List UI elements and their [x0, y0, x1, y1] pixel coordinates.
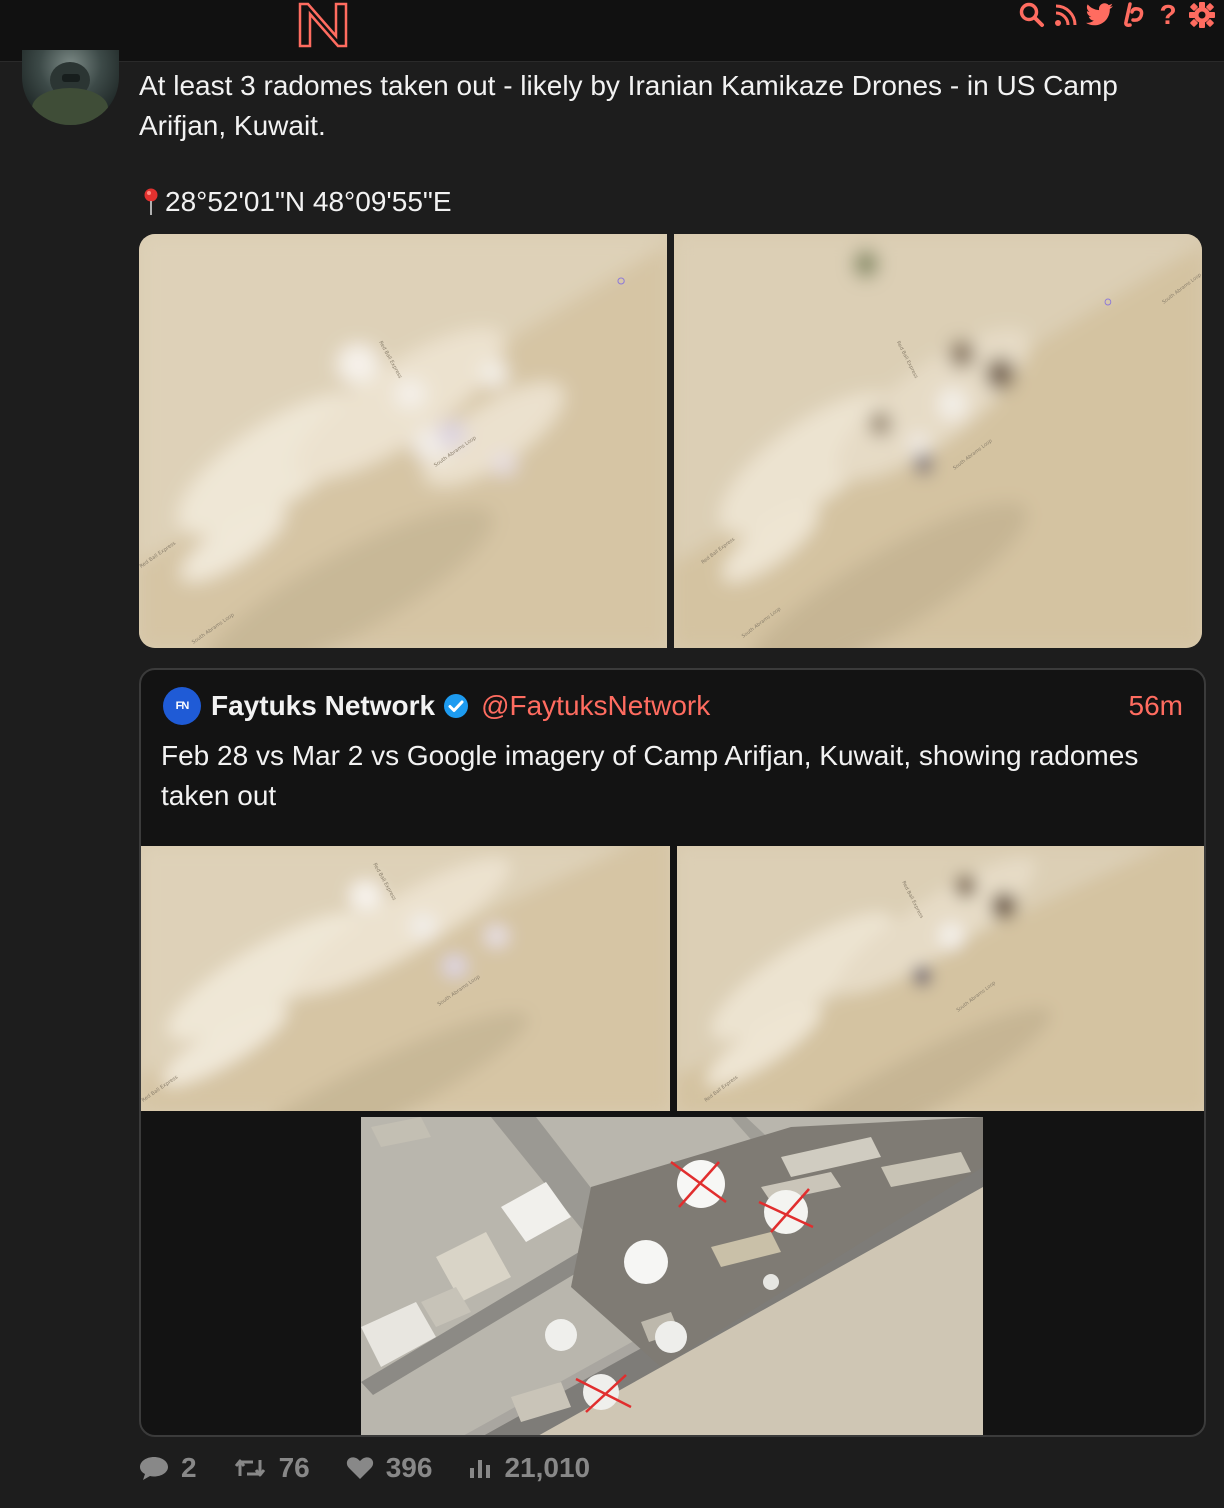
quote-text: Feb 28 vs Mar 2 vs Google imagery of Cam… — [161, 740, 1139, 811]
tweet-text: At least 3 radomes taken out - likely by… — [139, 70, 1118, 141]
quote-avatar[interactable]: FN — [163, 687, 201, 725]
coordinates-text: 28°52'01"N 48°09'55"E — [165, 186, 452, 217]
tweet-coordinates: 28°52'01"N 48°09'55"E — [141, 183, 452, 221]
views-icon — [470, 1460, 491, 1478]
liberapay-icon[interactable] — [1120, 1, 1148, 29]
quote-header: FN Faytuks Network @FaytuksNetwork 56m — [163, 686, 1183, 726]
nav-icons: ? — [1018, 0, 1216, 30]
search-icon[interactable] — [1018, 1, 1046, 29]
heart-icon — [346, 1457, 373, 1479]
comment-icon — [140, 1457, 168, 1480]
help-icon[interactable]: ? — [1154, 1, 1182, 29]
google-imagery-annotated[interactable] — [361, 1117, 983, 1435]
quote-satellite-image-mar2[interactable]: Red Ball Express South Abrams Loop Red B… — [677, 846, 1204, 1111]
quote-satellite-image-feb28[interactable]: Red Ball Express South Abrams Loop Red B… — [141, 846, 670, 1111]
quote-author-handle[interactable]: @FaytuksNetwork — [481, 690, 710, 722]
twitter-icon[interactable] — [1086, 1, 1114, 29]
quote-author-name[interactable]: Faytuks Network — [211, 690, 435, 722]
retweet-count: 76 — [278, 1452, 310, 1483]
pin-icon — [144, 188, 158, 215]
retweet-stat[interactable]: 76 — [233, 1452, 310, 1484]
satellite-image-feb28[interactable]: Red Ball Express South Abrams Loop Red B… — [139, 234, 667, 648]
nitter-logo[interactable] — [296, 2, 352, 48]
like-count: 396 — [385, 1452, 433, 1483]
quote-media-grid: Red Ball Express South Abrams Loop Red B… — [141, 846, 1204, 1111]
reply-count: 2 — [181, 1452, 197, 1483]
rss-icon[interactable] — [1052, 1, 1080, 29]
tweet-stats: 2 76 396 21,010 — [139, 1448, 590, 1488]
tweet-media-grid: Red Ball Express South Abrams Loop Red B… — [139, 234, 1202, 648]
quote-timestamp[interactable]: 56m — [1129, 690, 1183, 722]
settings-icon[interactable] — [1188, 1, 1216, 29]
avatar[interactable] — [22, 50, 119, 125]
navbar: ? — [0, 0, 1224, 62]
like-stat[interactable]: 396 — [346, 1452, 433, 1484]
view-count: 21,010 — [504, 1452, 591, 1483]
satellite-image-mar2[interactable]: Red Ball Express South Abrams Loop Red B… — [674, 234, 1202, 648]
quoted-tweet[interactable]: FN Faytuks Network @FaytuksNetwork 56m F… — [139, 668, 1206, 1437]
retweet-icon — [234, 1459, 265, 1477]
views-stat: 21,010 — [468, 1452, 590, 1484]
reply-stat[interactable]: 2 — [139, 1452, 197, 1484]
verified-icon — [444, 694, 469, 718]
